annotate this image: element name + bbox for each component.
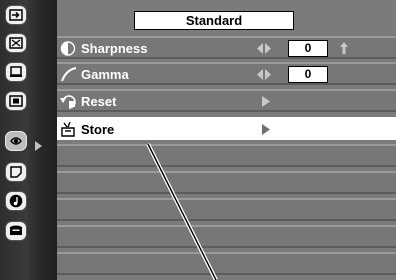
empty-menu-row [57,198,396,221]
menu-item-label: Gamma [81,67,129,82]
gamma-value: 0 [288,66,328,83]
submenu-arrow-icon [262,96,270,107]
menu-category-sidebar [0,0,57,280]
empty-menu-row [57,252,396,275]
up-arrow-icon [340,42,348,54]
submenu-arrow-icon [262,124,270,135]
input-icon[interactable] [5,5,27,25]
menu-item-reset[interactable]: Reset [57,89,396,112]
empty-menu-row [57,225,396,248]
information-icon[interactable] [5,221,27,241]
left-right-arrows-icon[interactable] [257,42,271,55]
sharpness-icon [60,41,76,56]
image-mode-label: Standard [134,11,294,30]
empty-menu-row [57,171,396,194]
empty-menu-row [57,144,396,167]
screen-icon[interactable] [5,91,27,111]
menu-item-label: Sharpness [81,41,148,56]
gamma-icon [61,67,77,82]
setting-icon[interactable] [5,162,27,182]
menu-item-gamma[interactable]: Gamma 0 [57,62,396,85]
image-adjust-icon[interactable] [5,131,27,151]
menu-item-label: Reset [81,94,117,109]
store-icon [61,121,75,137]
menu-panel: Standard Sharpness 0 Gamma 0 Reset Store [57,0,396,280]
sharpness-value: 0 [288,40,328,57]
menu-header: Standard [57,0,396,35]
image-select-icon[interactable] [5,62,27,82]
computer-adjust-icon[interactable] [5,33,27,53]
projector-osd-menu: Standard Sharpness 0 Gamma 0 Reset Store [0,0,396,280]
active-category-pointer-icon [35,141,42,151]
reset-icon [60,95,76,109]
menu-item-store[interactable]: Store [57,117,396,140]
sound-icon[interactable] [5,191,27,211]
menu-item-sharpness[interactable]: Sharpness 0 [57,36,396,59]
menu-item-label: Store [81,122,115,137]
left-right-arrows-icon[interactable] [257,68,271,81]
